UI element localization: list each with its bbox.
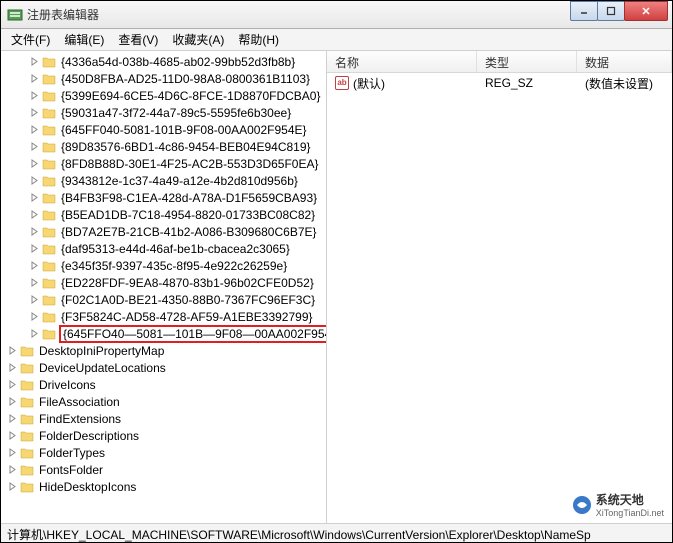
tree-node-label: {BD7A2E7B-21CB-41b2-A086-B309680C6B7E} — [59, 225, 319, 239]
tree-node-guid[interactable]: {59031a47-3f72-44a7-89c5-5595fe6b30ee} — [1, 104, 326, 121]
tree-node-guid[interactable]: {B4FB3F98-C1EA-428d-A78A-D1F5659CBA93} — [1, 189, 326, 206]
col-type[interactable]: 类型 — [477, 51, 577, 72]
col-data[interactable]: 数据 — [577, 51, 672, 72]
menu-edit[interactable]: 编辑(E) — [58, 29, 110, 50]
tree-node-label: {B4FB3F98-C1EA-428d-A78A-D1F5659CBA93} — [59, 191, 319, 205]
tree-node-label: DeviceUpdateLocations — [37, 361, 168, 375]
menu-view[interactable]: 查看(V) — [112, 29, 164, 50]
tree-node-guid[interactable]: {B5EAD1DB-7C18-4954-8820-01733BC08C82} — [1, 206, 326, 223]
menu-help[interactable]: 帮助(H) — [232, 29, 285, 50]
tree-node-label: HideDesktopIcons — [37, 480, 138, 494]
tree-node-guid[interactable]: {BD7A2E7B-21CB-41b2-A086-B309680C6B7E} — [1, 223, 326, 240]
tree-node-label: {450D8FBA-AD25-11D0-98A8-0800361B1103} — [59, 72, 312, 86]
close-button[interactable] — [624, 1, 668, 21]
tree-node-guid[interactable]: {9343812e-1c37-4a49-a12e-4b2d810d956b} — [1, 172, 326, 189]
menubar: 文件(F) 编辑(E) 查看(V) 收藏夹(A) 帮助(H) — [1, 29, 672, 51]
tree-node-label: {9343812e-1c37-4a49-a12e-4b2d810d956b} — [59, 174, 300, 188]
tree-node-label: DesktopIniPropertyMap — [37, 344, 166, 358]
tree-node-guid[interactable]: {F02C1A0D-BE21-4350-88B0-7367FC96EF3C} — [1, 291, 326, 308]
tree-node-guid[interactable]: {89D83576-6BD1-4c86-9454-BEB04E94C819} — [1, 138, 326, 155]
tree-node[interactable]: FontsFolder — [1, 461, 326, 478]
tree-node-guid[interactable]: {5399E694-6CE5-4D6C-8FCE-1D8870FDCBA0} — [1, 87, 326, 104]
maximize-button[interactable] — [597, 1, 625, 21]
tree-node-label: FileAssociation — [37, 395, 122, 409]
regedit-window: 注册表编辑器 文件(F) 编辑(E) 查看(V) 收藏夹(A) 帮助(H) {4… — [0, 0, 673, 543]
menu-file[interactable]: 文件(F) — [5, 29, 56, 50]
tree-node-label: {ED228FDF-9EA8-4870-83b1-96b02CFE0D52} — [59, 276, 316, 290]
registry-tree: {4336a54d-038b-4685-ab02-99bb52d3fb8b} {4… — [1, 51, 326, 497]
statusbar: 计算机\HKEY_LOCAL_MACHINE\SOFTWARE\Microsof… — [1, 523, 672, 543]
value-data: (数值未设置) — [577, 73, 672, 94]
tree-node-label: {4336a54d-038b-4685-ab02-99bb52d3fb8b} — [59, 55, 297, 69]
tree-node-label: {645FFO40—5081—101B—9F08—00AA002F954E} — [59, 325, 327, 343]
tree-node[interactable]: FindExtensions — [1, 410, 326, 427]
tree-node-guid[interactable]: {4336a54d-038b-4685-ab02-99bb52d3fb8b} — [1, 53, 326, 70]
titlebar[interactable]: 注册表编辑器 — [1, 1, 672, 29]
tree-node-guid[interactable]: {ED228FDF-9EA8-4870-83b1-96b02CFE0D52} — [1, 274, 326, 291]
tree-node[interactable]: FolderDescriptions — [1, 427, 326, 444]
tree-node-label: FontsFolder — [37, 463, 105, 477]
tree-node-label: {8FD8B88D-30E1-4F25-AC2B-553D3D65F0EA} — [59, 157, 320, 171]
tree-node-guid[interactable]: {F3F5824C-AD58-4728-AF59-A1EBE3392799} — [1, 308, 326, 325]
tree-node[interactable]: FileAssociation — [1, 393, 326, 410]
tree-node[interactable]: HideDesktopIcons — [1, 478, 326, 495]
value-row[interactable]: ab (默认) REG_SZ (数值未设置) — [327, 73, 672, 93]
tree-pane[interactable]: {4336a54d-038b-4685-ab02-99bb52d3fb8b} {4… — [1, 51, 327, 523]
tree-node[interactable]: DesktopIniPropertyMap — [1, 342, 326, 359]
tree-node-highlighted[interactable]: {645FFO40—5081—101B—9F08—00AA002F954E} — [1, 325, 326, 342]
menu-favorites[interactable]: 收藏夹(A) — [166, 29, 230, 50]
value-name: (默认) — [353, 75, 385, 92]
window-controls — [571, 1, 668, 21]
app-icon — [7, 7, 23, 23]
tree-node-guid[interactable]: {daf95313-e44d-46af-be1b-cbacea2c3065} — [1, 240, 326, 257]
tree-node[interactable]: DriveIcons — [1, 376, 326, 393]
tree-node-label: DriveIcons — [37, 378, 98, 392]
tree-node-guid[interactable]: {645FF040-5081-101B-9F08-00AA002F954E} — [1, 121, 326, 138]
tree-node-label: {F3F5824C-AD58-4728-AF59-A1EBE3392799} — [59, 310, 315, 324]
tree-node-label: {F02C1A0D-BE21-4350-88B0-7367FC96EF3C} — [59, 293, 317, 307]
tree-node[interactable]: FolderTypes — [1, 444, 326, 461]
column-header: 名称 类型 数据 — [327, 51, 672, 73]
tree-node-label: FolderTypes — [37, 446, 107, 460]
tree-node-guid[interactable]: {450D8FBA-AD25-11D0-98A8-0800361B1103} — [1, 70, 326, 87]
tree-node-label: {89D83576-6BD1-4c86-9454-BEB04E94C819} — [59, 140, 313, 154]
tree-node-guid[interactable]: {e345f35f-9397-435c-8f95-4e922c26259e} — [1, 257, 326, 274]
minimize-button[interactable] — [570, 1, 598, 21]
tree-node-label: {645FF040-5081-101B-9F08-00AA002F954E} — [59, 123, 309, 137]
tree-node-label: FolderDescriptions — [37, 429, 141, 443]
string-value-icon: ab — [335, 76, 349, 90]
value-type: REG_SZ — [477, 74, 577, 92]
values-pane[interactable]: 名称 类型 数据 ab (默认) REG_SZ (数值未设置) — [327, 51, 672, 523]
tree-node-label: {B5EAD1DB-7C18-4954-8820-01733BC08C82} — [59, 208, 317, 222]
tree-node-guid[interactable]: {8FD8B88D-30E1-4F25-AC2B-553D3D65F0EA} — [1, 155, 326, 172]
col-name[interactable]: 名称 — [327, 51, 477, 72]
tree-node-label: {5399E694-6CE5-4D6C-8FCE-1D8870FDCBA0} — [59, 89, 322, 103]
tree-node-label: {59031a47-3f72-44a7-89c5-5595fe6b30ee} — [59, 106, 293, 120]
tree-node-label: FindExtensions — [37, 412, 123, 426]
tree-node-label: {daf95313-e44d-46af-be1b-cbacea2c3065} — [59, 242, 292, 256]
content-area: {4336a54d-038b-4685-ab02-99bb52d3fb8b} {4… — [1, 51, 672, 523]
tree-node-label: {e345f35f-9397-435c-8f95-4e922c26259e} — [59, 259, 289, 273]
tree-node[interactable]: DeviceUpdateLocations — [1, 359, 326, 376]
